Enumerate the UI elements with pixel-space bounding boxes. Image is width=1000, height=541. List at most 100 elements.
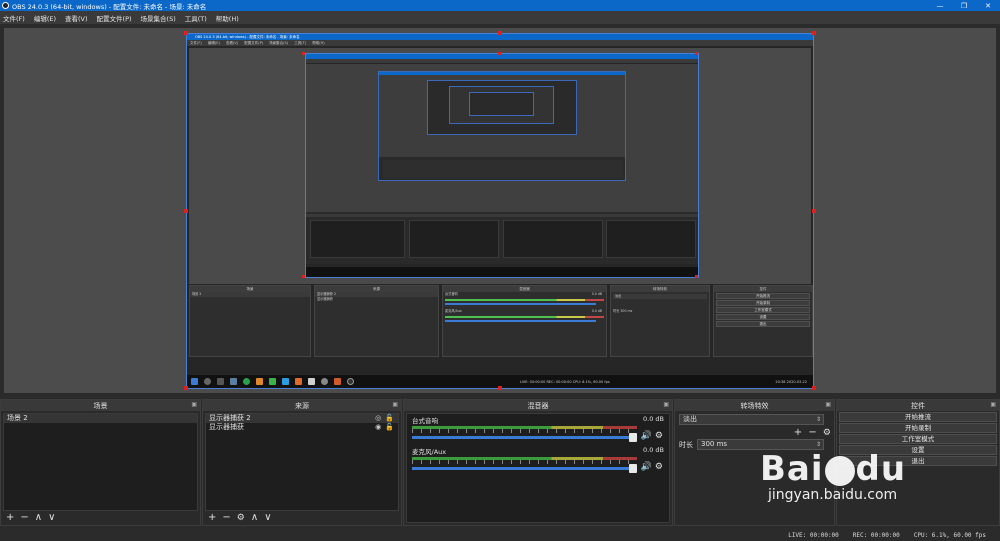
inner-exit: 退出: [716, 321, 810, 327]
volume-slider-handle[interactable]: [629, 433, 637, 442]
inner-controls-panel: 控件 开始推流 开始录制 工作室模式 设置 退出: [713, 285, 813, 357]
inner-transition-select: 淡出: [613, 294, 707, 299]
resize-handle[interactable]: [184, 209, 188, 213]
scenes-toolbar: + − ∧ ∨: [3, 512, 58, 524]
remove-scene-button[interactable]: −: [20, 512, 28, 524]
undock-icon[interactable]: ▣: [392, 401, 398, 408]
move-scene-down-button[interactable]: ∨: [48, 512, 55, 524]
start-streaming-button[interactable]: 开始推流: [839, 412, 997, 422]
spinner-arrows-icon[interactable]: ⇕: [816, 440, 821, 449]
resize-handle[interactable]: [812, 386, 816, 390]
move-scene-up-button[interactable]: ∧: [35, 512, 42, 524]
undock-icon[interactable]: ▣: [191, 401, 197, 408]
resize-handle[interactable]: [184, 31, 188, 35]
inner-menu-tools: 工具(T): [294, 41, 307, 45]
lock-icon[interactable]: 🔓: [385, 423, 394, 432]
speaker-icon[interactable]: 🔊: [641, 462, 652, 472]
volume-slider[interactable]: [412, 433, 637, 442]
gear-icon[interactable]: ⚙: [655, 431, 663, 441]
watermark-url: jingyan.baidu.com: [768, 487, 898, 503]
menu-view[interactable]: 查看(V): [65, 13, 88, 23]
source-name: 显示器捕获 2: [209, 414, 251, 422]
inner-mixer-channel-name: 台式音响: [445, 292, 458, 296]
remove-source-button[interactable]: −: [222, 512, 230, 524]
channel-db: 0.0 dB: [643, 446, 664, 454]
resize-handle[interactable]: [184, 386, 188, 390]
baidu-logo: Bai du: [760, 449, 907, 489]
move-source-down-button[interactable]: ∨: [264, 512, 271, 524]
undock-icon[interactable]: ▣: [663, 401, 669, 408]
mixer-title: 混音器: [527, 401, 549, 410]
remove-transition-button[interactable]: −: [808, 427, 816, 438]
source-name: 显示器捕获: [209, 423, 244, 431]
controls-title: 控件: [911, 401, 925, 410]
inner-resize-handle: [302, 275, 305, 278]
menu-edit[interactable]: 编辑(E): [34, 13, 56, 23]
obs-taskbar-icon: [347, 378, 354, 385]
volume-meter-ticks: [412, 429, 637, 433]
lock-icon[interactable]: 🔓: [385, 414, 394, 423]
transition-select[interactable]: 淡出 ⇕: [679, 414, 824, 425]
app-icon: [295, 378, 302, 385]
window-title: OBS 24.0.3 (64-bit, windows) - 配置文件: 未命名…: [12, 2, 207, 11]
mixer-panel: 混音器 ▣ 台式音响 0.0 dB 🔊 ⚙ 麦克风/Aux 0.0 dB 🔊 ⚙: [403, 399, 673, 526]
cpu-status: CPU: 6.1%, 60.00 fps: [913, 532, 986, 539]
task-view-icon: [217, 378, 224, 385]
inner-source-item: 显示器捕获: [317, 297, 333, 301]
live-status: LIVE: 00:00:00: [788, 532, 839, 539]
speaker-icon[interactable]: 🔊: [641, 431, 652, 441]
close-button[interactable]: ✕: [976, 2, 1000, 10]
undock-icon[interactable]: ▣: [990, 401, 996, 408]
inner-menu-profile: 配置文件(P): [244, 41, 264, 45]
menu-help[interactable]: 帮助(H): [216, 13, 239, 23]
minimize-button[interactable]: —: [928, 2, 952, 10]
inner-preview: [189, 48, 811, 284]
menu-file[interactable]: 文件(F): [3, 13, 25, 23]
controls-header: 控件 ▣: [837, 400, 999, 411]
eye-slash-icon[interactable]: ◎: [375, 414, 381, 423]
resize-handle[interactable]: [498, 386, 502, 390]
source-item[interactable]: 显示器捕获 ◉ 🔓: [206, 423, 398, 432]
maximize-button[interactable]: ❐: [952, 2, 976, 10]
mixer-channel-header: 麦克风/Aux 0.0 dB: [409, 446, 667, 456]
resize-handle[interactable]: [498, 31, 502, 35]
windows-start-icon: [191, 378, 198, 385]
inner-mixer-channel-name: 麦克风/Aux: [445, 309, 462, 313]
menu-tools[interactable]: 工具(T): [185, 13, 207, 23]
inner-duration-label: 时长: [613, 309, 620, 313]
start-recording-button[interactable]: 开始录制: [839, 423, 997, 433]
add-transition-button[interactable]: +: [794, 427, 802, 438]
inner-duration-value: 300 ms: [620, 309, 633, 313]
source-properties-button[interactable]: ⚙: [237, 512, 245, 524]
inner-menu-view: 查看(V): [225, 41, 239, 45]
source-item[interactable]: 显示器捕获 2 ◎ 🔓: [206, 414, 398, 423]
inner-volume-slider: [445, 303, 596, 305]
scene-item[interactable]: 场景 2: [4, 414, 197, 423]
resize-handle[interactable]: [812, 209, 816, 213]
inner-volume-meter: [445, 316, 604, 318]
gear-icon[interactable]: ⚙: [655, 462, 663, 472]
studio-mode-button[interactable]: 工作室模式: [839, 434, 997, 444]
display-capture-source[interactable]: OBS 24.0.3 (64-bit, windows) - 配置文件: 未命名…: [186, 33, 814, 389]
volume-slider[interactable]: [412, 464, 637, 473]
volume-meter-ticks: [412, 460, 637, 464]
transition-properties-button[interactable]: ⚙: [823, 428, 831, 438]
search-app-icon: [256, 378, 263, 385]
add-source-button[interactable]: +: [208, 512, 216, 524]
eye-icon[interactable]: ◉: [375, 423, 381, 432]
volume-slider-handle[interactable]: [629, 464, 637, 473]
title-bar: OBS 24.0.3 (64-bit, windows) - 配置文件: 未命名…: [0, 0, 1000, 11]
move-source-up-button[interactable]: ∧: [251, 512, 258, 524]
nested-capture-level-2: [305, 53, 699, 278]
inner-menu-file: 文件(F): [190, 41, 202, 45]
inner-clock-time: 20:38: [775, 379, 786, 384]
inner-mixer-panel: 混音器 台式音响 0.0 dB 麦克风/Aux 0.0 dB: [442, 285, 607, 357]
menu-scene-collection[interactable]: 场景集合(S): [141, 13, 176, 23]
menu-profile[interactable]: 配置文件(P): [97, 13, 132, 23]
add-scene-button[interactable]: +: [6, 512, 14, 524]
inner-duration: 时长 300 ms: [611, 309, 709, 314]
app-icon: [334, 378, 341, 385]
undock-icon[interactable]: ▣: [825, 401, 831, 408]
inner-start-streaming: 开始推流: [716, 293, 810, 299]
resize-handle[interactable]: [812, 31, 816, 35]
